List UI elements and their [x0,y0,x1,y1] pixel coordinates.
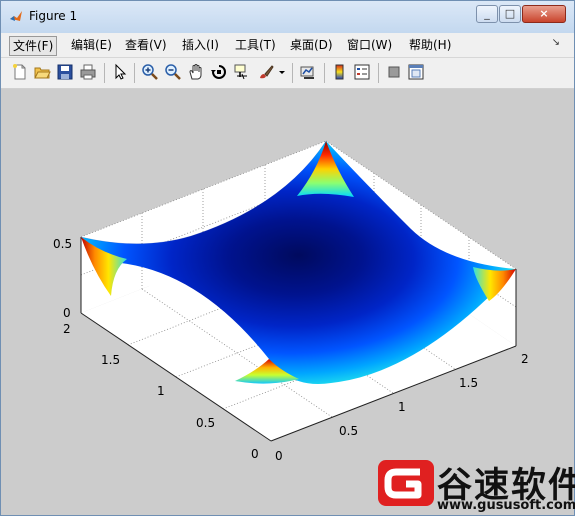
menu-overflow-icon[interactable]: ↘ [552,37,560,48]
y-tick-label: 1 [157,384,165,398]
show-plot-tools-icon[interactable] [407,63,425,81]
y-tick-label: 1.5 [101,353,120,367]
matlab-logo-icon [10,11,22,21]
zoom-out-icon[interactable] [164,63,182,81]
x-tick-label: 0.5 [339,424,358,438]
title-bar[interactable]: Figure 1 _ □ × [1,1,574,34]
toolbar-separator [104,63,105,83]
pan-icon[interactable] [187,63,205,81]
toolbar-separator [292,63,293,83]
brush-icon[interactable] [257,63,275,81]
surface-plot[interactable]: 0.5 0 2 1.5 1 0.5 0 0 0.5 1 1.5 2 [1,89,574,515]
toolbar-separator [324,63,325,83]
z-tick-label: 0 [63,306,71,320]
menu-edit[interactable]: 编辑(E) [67,36,116,54]
toolbar-separator [378,63,379,83]
print-icon[interactable] [79,63,97,81]
insert-legend-icon[interactable] [353,63,371,81]
menu-window[interactable]: 窗口(W) [343,36,396,54]
x-tick-label: 1 [398,400,406,414]
brush-dropdown-icon[interactable] [278,63,286,81]
menu-bar: 文件(F) 编辑(E) 查看(V) 插入(I) 工具(T) 桌面(D) 窗口(W… [1,33,574,58]
menu-view[interactable]: 查看(V) [121,36,171,54]
save-icon[interactable] [56,63,74,81]
toolbar-separator [134,63,135,83]
watermark-url: www.gususoft.com [437,498,575,513]
maximize-button[interactable]: □ [499,5,521,23]
figure-window: Figure 1 _ □ × 文件(F) 编辑(E) 查看(V) 插入(I) 工… [0,0,575,516]
x-tick-label: 0 [275,449,283,463]
close-button[interactable]: × [522,5,566,23]
x-tick-label: 1.5 [459,376,478,390]
gususoft-logo-icon [378,460,434,506]
menu-desktop[interactable]: 桌面(D) [286,36,337,54]
link-plot-icon[interactable] [299,63,317,81]
new-figure-icon[interactable] [11,63,29,81]
y-tick-label: 0 [251,447,259,461]
z-tick-label: 0.5 [53,237,72,251]
y-tick-label: 0.5 [196,416,215,430]
hide-plot-tools-icon[interactable] [385,63,403,81]
edit-plot-icon[interactable] [111,63,129,81]
menu-tools[interactable]: 工具(T) [231,36,280,54]
menu-insert[interactable]: 插入(I) [178,36,223,54]
zoom-in-icon[interactable] [141,63,159,81]
window-title: Figure 1 [29,9,78,23]
minimize-button[interactable]: _ [476,5,498,23]
data-cursor-icon[interactable] [233,63,251,81]
insert-colorbar-icon[interactable] [331,63,349,81]
figure-canvas[interactable]: 0.5 0 2 1.5 1 0.5 0 0 0.5 1 1.5 2 [1,89,574,515]
figure-toolbar [1,58,574,89]
open-file-icon[interactable] [33,63,51,81]
x-tick-label: 2 [521,352,529,366]
rotate-3d-icon[interactable] [210,63,228,81]
menu-file[interactable]: 文件(F) [9,36,58,56]
y-tick-label: 2 [63,322,71,336]
menu-help[interactable]: 帮助(H) [405,36,455,54]
